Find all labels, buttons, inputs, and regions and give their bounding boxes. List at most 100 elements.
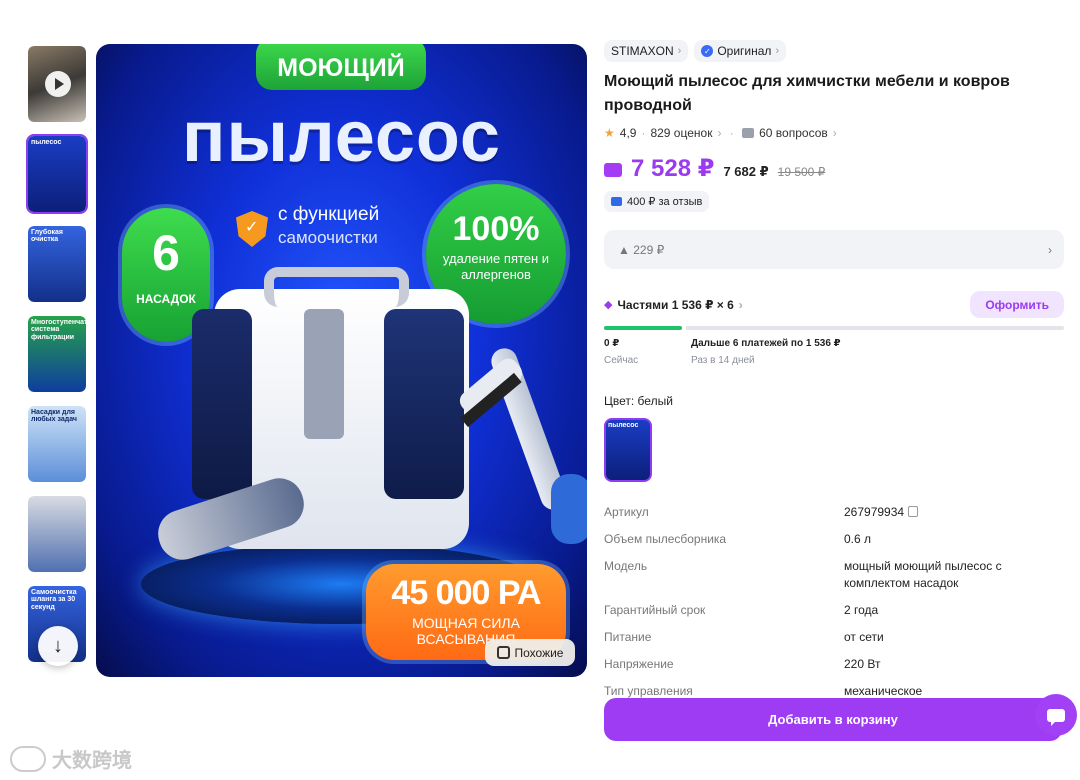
chevron-right-icon: › [832, 126, 837, 140]
copy-icon[interactable] [908, 506, 919, 517]
brand-name: STIMAXON [611, 44, 674, 58]
installments-button[interactable]: Оформить [970, 291, 1064, 318]
hero-headline: пылесос [182, 97, 501, 177]
installments-schedule: 0 ₽ Сейчас Дальше 6 платежей по 1 536 ₽ … [604, 338, 1064, 366]
thumbnail-caption: Многоступенчатая система фильтрации [31, 319, 88, 341]
hero-top-label: МОЮЩИЙ [256, 44, 426, 90]
spec-row: Напряжение 220 Вт [604, 656, 1064, 673]
product-info: STIMAXON › ✓ Оригинал › Моющий пылесос для… [604, 40, 1064, 710]
installments-label: Частями 1 536 ₽ × 6 [617, 297, 734, 312]
chevron-right-icon: › [738, 297, 743, 312]
next-amount: Дальше 6 платежей по 1 536 ₽ [691, 338, 841, 349]
spec-value: мощный моющий пылесос с комплектом насад… [844, 559, 1002, 590]
spec-key: Гарантийный срок [604, 603, 706, 617]
separator: · [641, 126, 646, 140]
suction-value: 45 000 PA [391, 574, 541, 612]
wallet-icon [604, 163, 622, 177]
installments-link[interactable]: ◆ Частями 1 536 ₽ × 6 › [604, 298, 743, 312]
progress-remaining [685, 326, 1064, 330]
thumbnail-1[interactable]: пылесос [26, 134, 88, 214]
spec-key: Объем пылесборника [604, 532, 727, 546]
similar-search-icon [496, 646, 510, 659]
installments-progress [604, 326, 1064, 330]
thumbnail-2[interactable]: Глубокая очистка [26, 224, 88, 304]
thumbnail-4[interactable]: Насадки для любых задач [26, 404, 88, 484]
swatch-caption: пылесос [608, 422, 639, 429]
bonus-icon [611, 197, 622, 206]
spec-row: Гарантийный срок 2 года [604, 602, 1064, 619]
chevron-right-icon: › [717, 126, 722, 140]
star-icon: ★ [604, 126, 615, 140]
product-title: Моющий пылесос для химчистки мебели и ко… [604, 73, 1010, 114]
spec-key: Напряжение [604, 657, 674, 671]
specs-table: Артикул 267979934 Объем пылесборника 0.6 л… [604, 504, 1064, 700]
add-to-cart-button[interactable]: Добавить в корзину [604, 698, 1062, 741]
thumbnail-gallery: пылесос Глубокая очистка Многоступенчата… [26, 44, 90, 678]
chat-button[interactable] [1035, 694, 1077, 736]
color-label: Цвет: белый [604, 394, 673, 408]
installments-icon: ◆ [604, 299, 613, 311]
hero-feature-1: с функцией [278, 204, 380, 225]
shield-check-icon [236, 211, 268, 247]
watermark: 大数跨境 [10, 744, 132, 773]
next-label: Раз в 14 дней [691, 355, 755, 366]
spec-key: Модель [604, 559, 648, 573]
thumbnail-caption: Самоочистка шланга за 30 секунд [31, 589, 77, 611]
installments-row: ◆ Частями 1 536 ₽ × 6 › Оформить [604, 291, 1064, 318]
verified-icon: ✓ [701, 45, 714, 57]
cashback-amount: 229 ₽ [633, 242, 665, 257]
review-bonus-badge[interactable]: 400 ₽ за отзыв [604, 191, 710, 212]
color-swatch-white[interactable]: пылесос [604, 418, 652, 482]
thumbnail-caption: пылесос [31, 139, 62, 146]
watermark-text: 大数跨境 [52, 750, 132, 772]
thumbnail-5[interactable] [26, 494, 88, 574]
scroll-down-button[interactable]: ↓ [38, 626, 78, 666]
thumbnail-caption: Насадки для любых задач [31, 409, 77, 424]
reviews-link[interactable]: 829 оценок [650, 126, 712, 140]
play-icon [45, 71, 71, 97]
similar-button[interactable]: Похожие [485, 639, 575, 666]
spec-row: Модель мощный моющий пылесос с комплектом… [604, 558, 1064, 592]
spec-row: Артикул 267979934 [604, 504, 1064, 521]
hero-feature-2: самоочистки [278, 228, 378, 247]
spec-value: 267979934 [844, 505, 905, 519]
thumbnail-3[interactable]: Многоступенчатая система фильтрации [26, 314, 88, 394]
rating-row: ★ 4,9 · 829 оценок › · 60 вопросов › [604, 126, 1064, 140]
arrow-down-icon: ↓ [53, 634, 63, 657]
now-label: Сейчас [604, 355, 639, 366]
product-main-image[interactable]: МОЮЩИЙ пылесос с функцией самоочистки 6 … [96, 44, 587, 677]
questions-link[interactable]: 60 вопросов [759, 126, 828, 140]
thumbnail-video[interactable] [26, 44, 88, 124]
spec-value: 220 Вт [844, 657, 881, 671]
percent-value: 100% [452, 210, 540, 248]
spec-key: Артикул [604, 505, 649, 519]
original-label: Оригинал [717, 44, 772, 58]
cashback-row[interactable]: ▲ 229 ₽ › [604, 230, 1064, 269]
chat-icon [1047, 708, 1065, 726]
chevron-right-icon: › [1048, 242, 1052, 257]
spec-value: 2 года [844, 603, 879, 617]
spec-key: Питание [604, 630, 652, 644]
original-badge[interactable]: ✓ Оригинал › [694, 40, 787, 62]
chevron-right-icon: › [677, 45, 682, 57]
spec-value: от сети [844, 630, 884, 644]
similar-label: Похожие [514, 645, 564, 660]
old-price: 19 500 ₽ [777, 165, 826, 179]
now-amount: 0 ₽ [604, 338, 620, 349]
chevron-right-icon: › [775, 45, 780, 57]
spec-row: Питание от сети [604, 629, 1064, 646]
thumbnail-caption: Глубокая очистка [31, 229, 63, 244]
spec-value: 0.6 л [844, 532, 872, 546]
spec-row: Объем пылесборника 0.6 л [604, 531, 1064, 548]
wallet-price: 7 528 ₽ [631, 155, 715, 182]
regular-price: 7 682 ₽ [723, 164, 769, 179]
cashback-value: ▲ 229 ₽ [618, 242, 665, 257]
question-icon [742, 128, 755, 138]
brand-chip[interactable]: STIMAXON › [604, 40, 689, 62]
separator: · [726, 126, 738, 140]
rating-value: 4,9 [619, 126, 637, 140]
watermark-logo-icon [10, 745, 46, 772]
review-bonus-label: 400 ₽ за отзыв [627, 196, 703, 208]
progress-paid [604, 326, 682, 330]
hand-illustration [551, 474, 587, 544]
